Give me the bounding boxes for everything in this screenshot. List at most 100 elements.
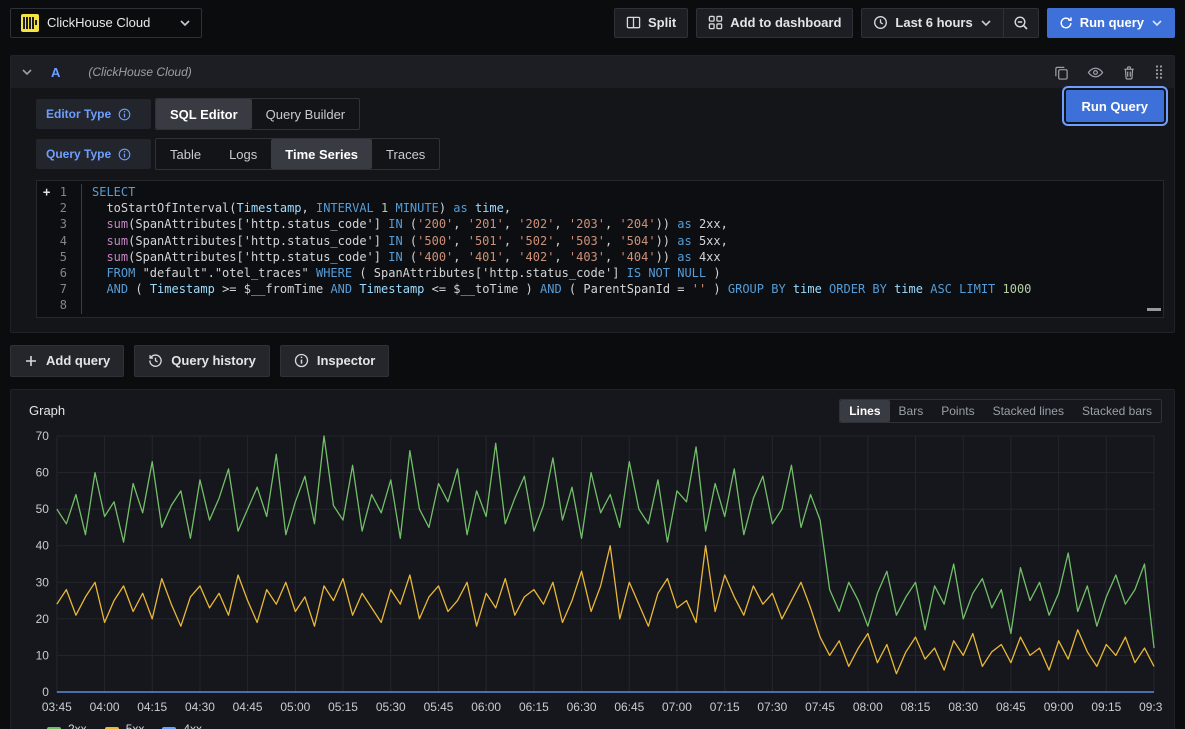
query-type-option-table[interactable]: Table bbox=[156, 139, 215, 169]
query-history-button[interactable]: Query history bbox=[134, 345, 270, 377]
collapse-chevron-icon[interactable] bbox=[21, 66, 33, 78]
query-row-header[interactable]: A (ClickHouse Cloud) bbox=[11, 56, 1174, 88]
graph-mode-option-points[interactable]: Points bbox=[932, 400, 983, 422]
svg-text:05:15: 05:15 bbox=[328, 700, 358, 714]
graph-panel: Graph LinesBarsPointsStacked linesStacke… bbox=[10, 389, 1175, 729]
graph-mode-option-stacked-bars[interactable]: Stacked bars bbox=[1073, 400, 1161, 422]
query-ref-id: A bbox=[51, 65, 60, 80]
datasource-picker[interactable]: ClickHouse Cloud bbox=[10, 8, 202, 38]
svg-text:40: 40 bbox=[36, 538, 50, 552]
chevron-down-icon[interactable] bbox=[1151, 17, 1163, 29]
svg-text:04:45: 04:45 bbox=[233, 700, 263, 714]
svg-text:04:30: 04:30 bbox=[185, 700, 215, 714]
add-query-label: Add query bbox=[46, 353, 110, 368]
svg-text:07:15: 07:15 bbox=[710, 700, 740, 714]
svg-text:04:00: 04:00 bbox=[90, 700, 120, 714]
graph-style-toggle: LinesBarsPointsStacked linesStacked bars bbox=[839, 399, 1162, 423]
editor-type-label: Editor Type bbox=[36, 99, 151, 129]
query-type-option-logs[interactable]: Logs bbox=[215, 139, 271, 169]
svg-text:03:45: 03:45 bbox=[42, 700, 72, 714]
hide-response-eye-icon[interactable] bbox=[1087, 65, 1104, 80]
info-circle-icon[interactable] bbox=[118, 148, 131, 161]
timeseries-chart[interactable]: 01020304050607003:4504:0004:1504:3004:45… bbox=[23, 426, 1162, 718]
graph-mode-option-bars[interactable]: Bars bbox=[890, 400, 933, 422]
duplicate-query-icon[interactable] bbox=[1054, 65, 1069, 80]
sql-line-1: SELECT bbox=[92, 184, 1163, 200]
split-pane-icon bbox=[626, 15, 641, 30]
add-query-button[interactable]: Add query bbox=[10, 345, 124, 377]
svg-text:07:30: 07:30 bbox=[757, 700, 787, 714]
graph-mode-option-lines[interactable]: Lines bbox=[840, 400, 889, 422]
svg-text:09:00: 09:00 bbox=[1044, 700, 1074, 714]
add-to-dashboard-label: Add to dashboard bbox=[730, 15, 841, 30]
run-query-panel-button[interactable]: Run Query bbox=[1066, 90, 1164, 122]
sql-line-3: sum(SpanAttributes['http.status_code'] I… bbox=[92, 216, 1163, 232]
query-type-label-text: Query Type bbox=[46, 147, 111, 161]
sql-line-2: toStartOfInterval(Timestamp, INTERVAL 1 … bbox=[92, 200, 1163, 216]
editor-scrollbar[interactable] bbox=[1147, 308, 1161, 311]
chart-legend: 2xx 5xx 4xx bbox=[23, 718, 1162, 729]
clickhouse-logo-icon bbox=[21, 14, 39, 32]
time-picker-group: Last 6 hours bbox=[861, 8, 1038, 38]
inspector-button[interactable]: Inspector bbox=[280, 345, 390, 377]
zoom-out-time-button[interactable] bbox=[1004, 9, 1038, 37]
query-type-option-traces[interactable]: Traces bbox=[372, 139, 439, 169]
svg-text:10: 10 bbox=[36, 648, 50, 662]
graph-panel-header: Graph LinesBarsPointsStacked linesStacke… bbox=[23, 398, 1162, 424]
editor-code-content[interactable]: SELECT toStartOfInterval(Timestamp, INTE… bbox=[81, 184, 1163, 314]
chart-svg[interactable]: 01020304050607003:4504:0004:1504:3004:45… bbox=[23, 426, 1162, 718]
sql-line-6: FROM "default"."otel_traces" WHERE ( Spa… bbox=[92, 265, 1163, 281]
svg-text:08:00: 08:00 bbox=[853, 700, 883, 714]
editor-line-numbers: 1+2345678 bbox=[37, 184, 81, 314]
time-range-label: Last 6 hours bbox=[895, 15, 972, 30]
legend-item-4xx[interactable]: 4xx bbox=[162, 722, 202, 729]
svg-text:0: 0 bbox=[42, 685, 49, 699]
add-to-dashboard-button[interactable]: Add to dashboard bbox=[696, 8, 853, 38]
svg-text:06:30: 06:30 bbox=[567, 700, 597, 714]
legend-label-2xx: 2xx bbox=[68, 722, 87, 729]
svg-text:05:45: 05:45 bbox=[424, 700, 454, 714]
svg-text:50: 50 bbox=[36, 502, 50, 516]
legend-item-2xx[interactable]: 2xx bbox=[47, 722, 87, 729]
remove-query-trash-icon[interactable] bbox=[1122, 65, 1136, 80]
split-button[interactable]: Split bbox=[614, 8, 688, 38]
svg-text:60: 60 bbox=[36, 465, 50, 479]
editor-type-toggle: SQL EditorQuery Builder bbox=[155, 98, 360, 130]
explore-actions-row: Add query Query history Inspector bbox=[10, 345, 1175, 377]
inspector-label: Inspector bbox=[317, 353, 376, 368]
run-query-toolbar-button[interactable]: Run query bbox=[1047, 8, 1175, 38]
svg-text:08:15: 08:15 bbox=[901, 700, 931, 714]
legend-label-4xx: 4xx bbox=[183, 722, 202, 729]
sql-line-7: AND ( Timestamp >= $__fromTime AND Times… bbox=[92, 281, 1163, 297]
query-type-row: Query Type TableLogsTime SeriesTraces bbox=[36, 138, 1164, 170]
info-circle-icon bbox=[294, 353, 309, 368]
time-range-button[interactable]: Last 6 hours bbox=[862, 9, 1002, 37]
svg-text:04:15: 04:15 bbox=[137, 700, 167, 714]
svg-text:08:30: 08:30 bbox=[948, 700, 978, 714]
legend-item-5xx[interactable]: 5xx bbox=[105, 722, 145, 729]
clock-icon bbox=[873, 15, 888, 30]
svg-text:07:00: 07:00 bbox=[662, 700, 692, 714]
svg-text:07:45: 07:45 bbox=[805, 700, 835, 714]
svg-text:70: 70 bbox=[36, 429, 50, 443]
svg-text:06:15: 06:15 bbox=[519, 700, 549, 714]
sql-line-4: sum(SpanAttributes['http.status_code'] I… bbox=[92, 233, 1163, 249]
query-type-label: Query Type bbox=[36, 139, 151, 169]
query-datasource-hint: (ClickHouse Cloud) bbox=[88, 65, 191, 79]
svg-text:09:30: 09:30 bbox=[1139, 700, 1162, 714]
editor-type-option-query-builder[interactable]: Query Builder bbox=[252, 99, 359, 129]
legend-label-5xx: 5xx bbox=[126, 722, 145, 729]
explore-toolbar: ClickHouse Cloud Split Add to dashboard … bbox=[0, 0, 1185, 45]
query-editor-panel: A (ClickHouse Cloud) Run Query Editor Ty… bbox=[10, 55, 1175, 333]
info-circle-icon[interactable] bbox=[118, 108, 131, 121]
editor-type-option-sql-editor[interactable]: SQL Editor bbox=[156, 99, 252, 129]
search-minus-icon bbox=[1013, 15, 1029, 31]
graph-title: Graph bbox=[23, 403, 65, 418]
graph-mode-option-stacked-lines[interactable]: Stacked lines bbox=[984, 400, 1073, 422]
query-row-actions bbox=[1054, 64, 1164, 80]
query-editor-body: Run Query Editor Type SQL EditorQuery Bu… bbox=[11, 88, 1174, 332]
drag-handle-dots-icon[interactable] bbox=[1154, 64, 1164, 80]
sql-code-editor[interactable]: 1+2345678 SELECT toStartOfInterval(Times… bbox=[36, 180, 1164, 318]
sql-line-8 bbox=[92, 297, 1163, 313]
query-type-option-time-series[interactable]: Time Series bbox=[271, 139, 372, 169]
